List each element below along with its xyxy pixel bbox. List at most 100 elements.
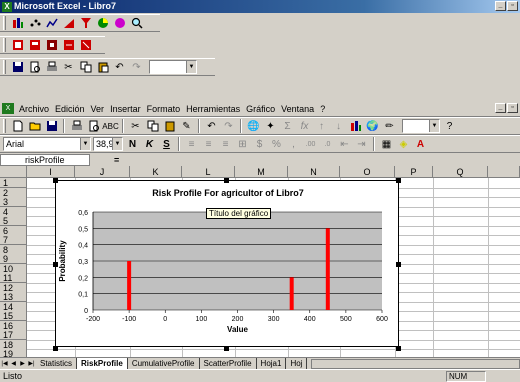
row-header[interactable]: 16 bbox=[0, 320, 27, 331]
zoom-icon[interactable] bbox=[129, 16, 144, 31]
col-header-n[interactable]: N bbox=[288, 166, 340, 178]
menu-ventana[interactable]: Ventana bbox=[278, 104, 317, 114]
menu-formato[interactable]: Formato bbox=[144, 104, 184, 114]
chart-plot[interactable]: 0 0,1 0,2 0,3 0,4 0,5 0,6 -200 -100 0 100 200 300 400… bbox=[56, 181, 398, 346]
row-header[interactable]: 11 bbox=[0, 273, 27, 283]
menu-insertar[interactable]: Insertar bbox=[107, 104, 144, 114]
row-header[interactable]: 9 bbox=[0, 254, 27, 264]
horizontal-scrollbar[interactable] bbox=[311, 358, 520, 369]
sheet-red-icon-4[interactable] bbox=[61, 38, 76, 53]
row-header[interactable]: 17 bbox=[0, 330, 27, 340]
borders-icon[interactable]: ▦ bbox=[379, 137, 394, 152]
paste-icon-2[interactable] bbox=[162, 119, 177, 134]
menu-ver[interactable]: Ver bbox=[88, 104, 108, 114]
font-name-combo[interactable]: Arial ▼ bbox=[3, 137, 91, 151]
currency-icon[interactable]: $ bbox=[252, 137, 267, 152]
resize-handle-mr[interactable] bbox=[396, 262, 401, 267]
zoom-combo[interactable]: ▼ bbox=[149, 60, 197, 74]
col-header-p[interactable]: P bbox=[395, 166, 433, 178]
row-header[interactable]: 15 bbox=[0, 311, 27, 321]
web-toolbar-icon[interactable]: ✦ bbox=[263, 119, 278, 134]
merge-icon[interactable]: ⊞ bbox=[235, 137, 250, 152]
undo-icon-2[interactable]: ↶ bbox=[204, 119, 219, 134]
scatter-icon[interactable] bbox=[27, 16, 42, 31]
menu-herramientas[interactable]: Herramientas bbox=[183, 104, 243, 114]
bar-chart-icon[interactable] bbox=[61, 16, 76, 31]
resize-handle-bc[interactable] bbox=[224, 346, 229, 351]
font-size-combo[interactable]: 38,9 ▼ bbox=[93, 137, 123, 151]
doc-restore-button[interactable]: ▫ bbox=[507, 103, 518, 113]
resize-handle-tr[interactable] bbox=[396, 178, 401, 183]
maximize-button[interactable]: ▫ bbox=[507, 1, 518, 11]
col-header-l[interactable]: L bbox=[182, 166, 235, 178]
col-header-o[interactable]: O bbox=[340, 166, 395, 178]
next-sheet-button[interactable]: ▶ bbox=[18, 359, 27, 369]
new-icon[interactable] bbox=[10, 119, 25, 134]
fill-color-icon[interactable]: ◈ bbox=[396, 137, 411, 152]
resize-handle-ml[interactable] bbox=[53, 262, 58, 267]
pie-icon[interactable] bbox=[95, 16, 110, 31]
print-icon-2[interactable] bbox=[69, 119, 84, 134]
select-all-corner[interactable] bbox=[0, 166, 27, 178]
row-header[interactable]: 3 bbox=[0, 197, 27, 207]
redo-icon-2[interactable]: ↷ bbox=[221, 119, 236, 134]
hyperlink-icon[interactable]: 🌐 bbox=[246, 119, 261, 134]
last-sheet-button[interactable]: ▶| bbox=[27, 359, 36, 369]
decrease-decimal-icon[interactable]: .0 bbox=[320, 137, 335, 152]
row-header[interactable]: 18 bbox=[0, 339, 27, 350]
undo-icon[interactable]: ↶ bbox=[112, 60, 127, 75]
first-sheet-button[interactable]: |◀ bbox=[0, 359, 9, 369]
autosum-icon[interactable]: Σ bbox=[280, 119, 295, 134]
row-header[interactable]: 13 bbox=[0, 292, 27, 302]
underline-button[interactable]: S bbox=[159, 137, 174, 152]
copy-icon[interactable] bbox=[78, 60, 93, 75]
col-header-m[interactable]: M bbox=[235, 166, 288, 178]
drawing-icon[interactable]: ✏ bbox=[382, 119, 397, 134]
redo-icon[interactable]: ↷ bbox=[129, 60, 144, 75]
sheet-tab-cumulativeprofile[interactable]: CumulativeProfile bbox=[128, 358, 200, 369]
italic-button[interactable]: K bbox=[142, 137, 157, 152]
cut-icon-2[interactable]: ✂ bbox=[128, 119, 143, 134]
sheet-red-icon[interactable] bbox=[10, 38, 25, 53]
row-header[interactable]: 5 bbox=[0, 216, 27, 226]
worksheet-grid[interactable]: I J K L M N O P Q 1 2 3 4 5 6 7 8 9 10 11 12 13 14 15 1… bbox=[0, 166, 520, 357]
sheet-tab-riskprofile[interactable]: RiskProfile bbox=[77, 358, 128, 369]
menu-edicion[interactable]: Edición bbox=[52, 104, 88, 114]
percent-icon[interactable]: % bbox=[269, 137, 284, 152]
row-header[interactable]: 4 bbox=[0, 206, 27, 217]
filter-icon[interactable] bbox=[78, 16, 93, 31]
name-box[interactable]: riskProfile bbox=[0, 153, 90, 166]
font-color-icon[interactable]: A bbox=[413, 137, 428, 152]
sheet-tab-statistics[interactable]: Statistics bbox=[36, 358, 78, 369]
row-header[interactable]: 12 bbox=[0, 282, 27, 293]
document-icon[interactable]: X bbox=[2, 103, 14, 114]
row-header[interactable]: 6 bbox=[0, 225, 27, 236]
resize-handle-tc[interactable] bbox=[224, 178, 229, 183]
zoom-level-combo[interactable]: ▼ bbox=[402, 119, 440, 133]
doc-minimize-button[interactable]: _ bbox=[495, 103, 506, 113]
sheet-red-icon-5[interactable] bbox=[78, 38, 93, 53]
row-header[interactable]: 14 bbox=[0, 301, 27, 312]
save-icon-2[interactable] bbox=[44, 119, 59, 134]
increase-decimal-icon[interactable]: .00 bbox=[303, 137, 318, 152]
resize-handle-br[interactable] bbox=[396, 346, 401, 351]
prev-sheet-button[interactable]: ◀ bbox=[9, 359, 18, 369]
row-header[interactable]: 2 bbox=[0, 187, 27, 198]
bold-button[interactable]: N bbox=[125, 137, 140, 152]
thousands-icon[interactable]: , bbox=[286, 137, 301, 152]
sheet-tab-hoj[interactable]: Hoj bbox=[286, 358, 308, 369]
cut-icon[interactable]: ✂ bbox=[61, 60, 76, 75]
row-header[interactable]: 8 bbox=[0, 244, 27, 255]
col-header-i[interactable]: I bbox=[27, 166, 75, 178]
resize-handle-tl[interactable] bbox=[53, 178, 58, 183]
align-center-icon[interactable]: ≡ bbox=[201, 137, 216, 152]
print-preview-icon[interactable] bbox=[27, 60, 42, 75]
color-icon[interactable] bbox=[112, 16, 127, 31]
align-right-icon[interactable]: ≡ bbox=[218, 137, 233, 152]
format-painter-icon[interactable]: ✎ bbox=[179, 119, 194, 134]
paste-icon[interactable] bbox=[95, 60, 110, 75]
spelling-icon[interactable]: ABC bbox=[102, 119, 118, 134]
chart-wizard-icon[interactable] bbox=[10, 16, 25, 31]
save-icon[interactable] bbox=[10, 60, 25, 75]
line-chart-icon[interactable] bbox=[44, 16, 59, 31]
